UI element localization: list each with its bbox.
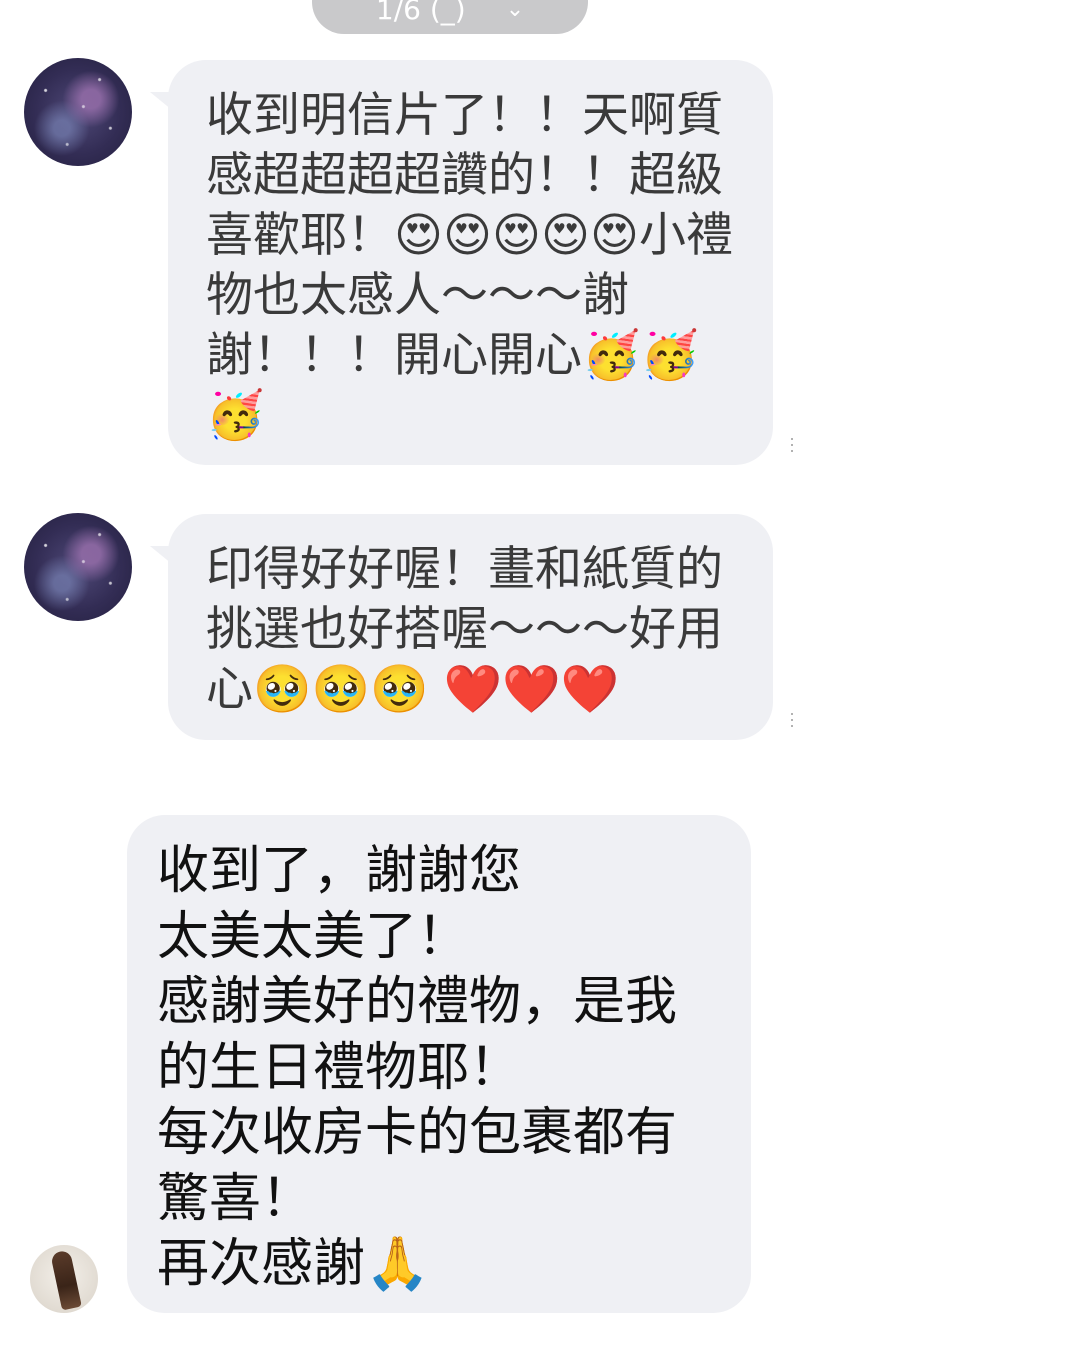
message-text: 印得好好喔！畫和紙質的挑選也好搭喔～～～好用心🥹🥹🥹 ❤️❤️❤️ xyxy=(206,542,723,717)
sender-avatar[interactable] xyxy=(24,58,132,166)
avatar-photo-figure xyxy=(50,1249,82,1311)
chevron-down-icon: ⌄ xyxy=(505,0,525,22)
message-bubble[interactable]: 收到了，謝謝您 太美太美了！ 感謝美好的禮物，是我的生日禮物耶！ 每次收房卡的包… xyxy=(127,815,751,1313)
sender-avatar[interactable] xyxy=(30,1245,98,1313)
message-text: 收到明信片了！！天啊質感超超超超讚的！！超級喜歡耶！😍😍😍😍😍小禮物也太感人～～… xyxy=(206,88,733,443)
message-text: 收到了，謝謝您 太美太美了！ 感謝美好的禮物，是我的生日禮物耶！ 每次收房卡的包… xyxy=(157,841,678,1294)
message-bubble[interactable]: 收到明信片了！！天啊質感超超超超讚的！！超級喜歡耶！😍😍😍😍😍小禮物也太感人～～… xyxy=(168,60,773,465)
message-bubble[interactable]: 印得好好喔！畫和紙質的挑選也好搭喔～～～好用心🥹🥹🥹 ❤️❤️❤️ xyxy=(168,514,773,740)
page-indicator-text: 1/6 (_) xyxy=(375,0,466,26)
message-options-icon[interactable] xyxy=(791,438,794,462)
page-indicator-pill[interactable]: 1/6 (_) ⌄ xyxy=(312,0,588,34)
message-options-icon[interactable] xyxy=(791,713,794,737)
sender-avatar[interactable] xyxy=(24,513,132,621)
